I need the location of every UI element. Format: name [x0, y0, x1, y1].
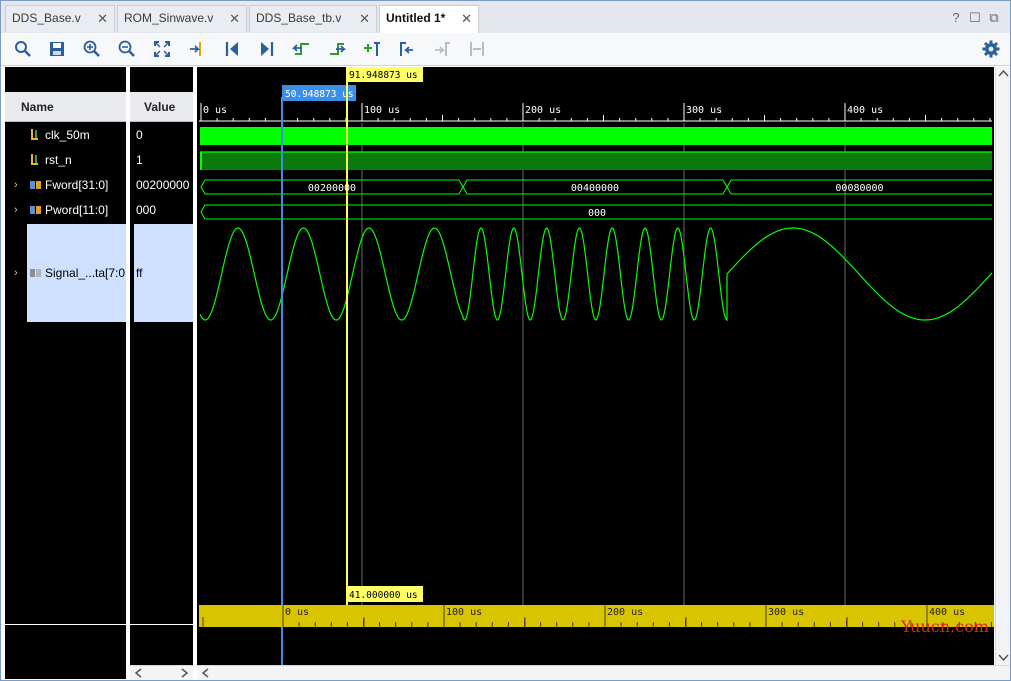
close-icon[interactable]: ✕ — [97, 6, 108, 31]
bus-signal-icon — [30, 206, 41, 214]
ruler-tick-label: 300 us — [686, 105, 722, 116]
bus-value-label: 00400000 — [571, 183, 619, 194]
scroll-right-icon[interactable] — [180, 668, 189, 678]
signal-value: 00200000 — [136, 178, 190, 192]
restore-icon[interactable]: ☐ — [968, 10, 982, 26]
analog-bus-icon — [30, 269, 41, 277]
tab-label: DDS_Base.v — [12, 11, 81, 25]
bottom-tick-label: 200 us — [607, 607, 643, 618]
previous-transition-icon[interactable] — [292, 39, 312, 59]
scroll-up-icon[interactable] — [998, 69, 1009, 78]
delta-label: 41.000000 us — [349, 590, 418, 601]
time-grid — [361, 123, 846, 605]
previous-marker-icon[interactable] — [397, 39, 417, 59]
signal-value: ff — [136, 266, 143, 280]
value-column-header[interactable]: Value — [130, 92, 193, 122]
signal-name: Fword[31:0] — [45, 178, 109, 192]
clk-50m-waveform[interactable] — [200, 127, 992, 145]
tab-dds-base-tb[interactable]: DDS_Base_tb.v ✕ — [249, 5, 377, 32]
signal-name: rst_n — [45, 153, 72, 167]
bottom-tick-label: 300 us — [768, 607, 804, 618]
vertical-scrollbar[interactable] — [995, 67, 1010, 665]
search-icon[interactable] — [13, 39, 33, 59]
ruler-tick-label: 0 us — [203, 105, 227, 116]
tab-label: Untitled 1* — [386, 11, 446, 25]
close-icon[interactable]: ✕ — [359, 6, 370, 31]
bit-signal-icon — [31, 129, 38, 140]
zoom-in-icon[interactable] — [82, 39, 102, 59]
zoom-fit-icon[interactable] — [152, 39, 172, 59]
signal-value: 0 — [136, 128, 143, 142]
secondary-cursor-label: 50.948873 us — [285, 89, 354, 100]
tab-rom-sinwave[interactable]: ROM_Sinwave.v ✕ — [117, 5, 247, 32]
waveform-horizontal-scrollbar[interactable] — [197, 665, 1010, 680]
expand-arrow-icon[interactable]: › — [14, 178, 18, 192]
close-icon[interactable]: ✕ — [229, 6, 240, 31]
panel-divider — [130, 624, 193, 625]
bottom-time-ruler — [199, 605, 994, 627]
next-transition-icon[interactable] — [327, 39, 347, 59]
tab-label: ROM_Sinwave.v — [124, 11, 214, 25]
rst-n-waveform[interactable] — [200, 152, 992, 170]
pword-waveform[interactable]: 000 — [200, 204, 992, 220]
close-icon[interactable]: ✕ — [461, 6, 472, 31]
time-ruler: 0 us 100 us 200 us 300 us 400 us — [199, 103, 992, 122]
go-to-end-icon[interactable] — [257, 39, 277, 59]
signal-name: Pword[11:0] — [45, 203, 109, 217]
save-icon[interactable] — [47, 39, 67, 59]
panel-divider — [5, 624, 126, 625]
watermark: Yuucn.com — [901, 617, 989, 636]
settings-icon[interactable] — [981, 39, 1001, 59]
swap-cursors-icon[interactable] — [467, 39, 487, 59]
go-to-start-icon[interactable] — [222, 39, 242, 59]
main-cursor-label: 91.948873 us — [349, 70, 418, 81]
signal-name: clk_50m — [45, 128, 90, 142]
bus-signal-icon — [30, 181, 41, 189]
signal-value-panel: Value 0 1 00200000 000 ff — [130, 67, 193, 679]
fword-waveform[interactable]: 00200000 00400000 00080000 — [200, 179, 992, 195]
waveform-toolbar — [1, 33, 1010, 66]
ruler-tick-label: 100 us — [364, 105, 400, 116]
tab-label: DDS_Base_tb.v — [256, 11, 342, 25]
signal-value: 000 — [136, 203, 157, 217]
scroll-down-icon[interactable] — [998, 653, 1009, 662]
zoom-out-icon[interactable] — [117, 39, 137, 59]
ruler-tick-label: 200 us — [525, 105, 561, 116]
bit-signal-icon — [31, 154, 38, 165]
ruler-tick-label: 400 us — [847, 105, 883, 116]
signal-value: 1 — [136, 153, 143, 167]
next-marker-icon[interactable] — [432, 39, 452, 59]
tab-dds-base[interactable]: DDS_Base.v ✕ — [5, 5, 115, 32]
bottom-tick-label: 0 us — [285, 607, 309, 618]
waveform-canvas[interactable]: 0 us 100 us 200 us 300 us 400 us 00200000 004… — [197, 67, 994, 665]
bottom-tick-label: 100 us — [446, 607, 482, 618]
float-window-icon[interactable]: ⧉ — [987, 10, 1001, 26]
value-horizontal-scrollbar[interactable] — [130, 665, 193, 680]
bus-value-label: 00080000 — [835, 183, 883, 194]
scroll-left-icon[interactable] — [134, 668, 143, 678]
name-column-header[interactable]: Name — [5, 92, 126, 122]
scroll-left-icon[interactable] — [201, 668, 210, 678]
bus-value-label: 00200000 — [308, 183, 356, 194]
expand-arrow-icon[interactable]: › — [14, 266, 18, 280]
tab-untitled-1[interactable]: Untitled 1* ✕ — [379, 5, 479, 33]
waveform-window: DDS_Base.v ✕ ROM_Sinwave.v ✕ DDS_Base_tb… — [0, 0, 1011, 681]
signal-name-panel: Name clk_50m rst_n › Fword[31:0] › Pword… — [5, 67, 126, 679]
add-marker-icon[interactable] — [362, 39, 382, 59]
help-icon[interactable]: ? — [949, 10, 963, 25]
signal-data-waveform[interactable] — [199, 227, 993, 322]
bus-value-label: 000 — [588, 208, 606, 219]
signal-name: Signal_...ta[7:0 — [45, 266, 126, 280]
go-to-cursor-icon[interactable] — [187, 39, 207, 59]
tab-bar: DDS_Base.v ✕ ROM_Sinwave.v ✕ DDS_Base_tb… — [1, 1, 1010, 34]
waveform-view[interactable]: 0 us 100 us 200 us 300 us 400 us 00200000 004… — [197, 67, 994, 665]
expand-arrow-icon[interactable]: › — [14, 203, 18, 217]
